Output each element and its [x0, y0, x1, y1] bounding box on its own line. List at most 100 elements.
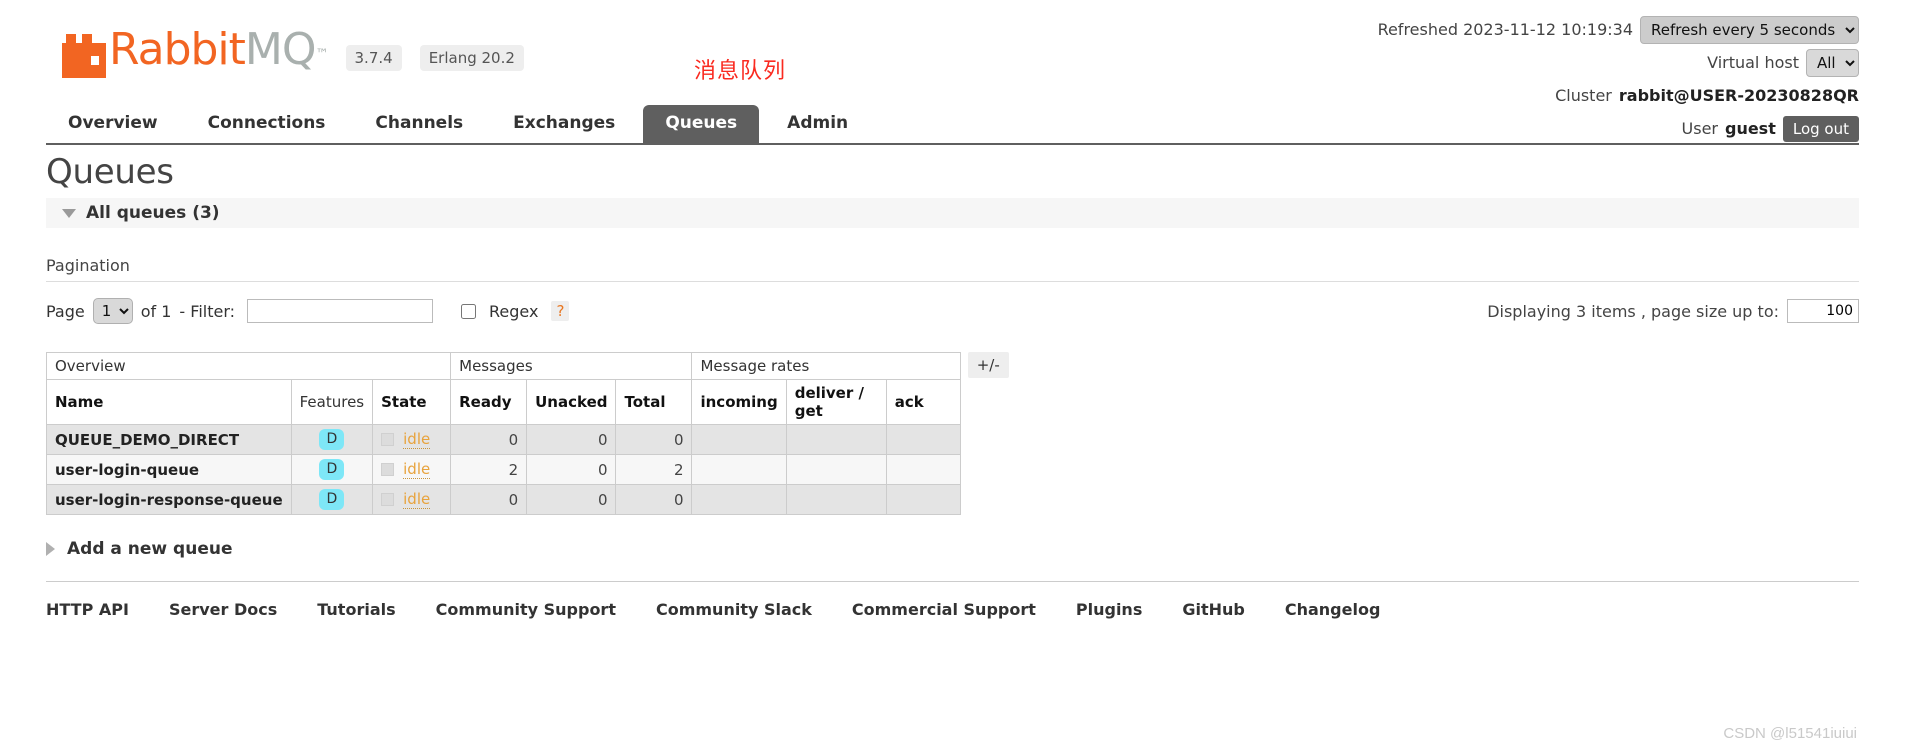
refresh-row: Refreshed 2023-11-12 10:19:34 Refresh ev… [1378, 13, 1859, 46]
add-new-queue-section[interactable]: Add a new queue [46, 539, 1859, 559]
page-title: Queues [46, 152, 174, 192]
state-indicator-icon [381, 493, 395, 506]
refreshed-timestamp: Refreshed 2023-11-12 10:19:34 [1377, 20, 1633, 39]
queues-table: Overview Messages Message rates Name Fea… [45, 352, 961, 515]
tab-admin[interactable]: Admin [765, 105, 870, 143]
vhost-row: Virtual host All [1378, 46, 1859, 79]
table-row[interactable]: user-login-response-queue D idle 0 0 0 [46, 484, 961, 515]
column-header-state[interactable]: State [372, 379, 452, 425]
tab-queues[interactable]: Queues [643, 105, 760, 143]
footer-link-server-docs[interactable]: Server Docs [169, 600, 277, 619]
tab-connections[interactable]: Connections [186, 105, 348, 143]
pagination-left-group: Page 1 of 1 - Filter: Regex ? [46, 298, 570, 324]
page-count-label: of 1 [140, 301, 172, 321]
refresh-interval-select[interactable]: Refresh every 5 seconds [1640, 15, 1859, 44]
queues-table-body: QUEUE_DEMO_DIRECT D idle 0 0 0 user-logi… [46, 424, 961, 515]
rabbit-logo-icon [62, 34, 106, 78]
column-header-ack[interactable]: ack [885, 379, 961, 425]
page-number-select[interactable]: 1 [92, 298, 133, 324]
messages-ready: 2 [450, 454, 528, 485]
toggle-columns-button[interactable]: +/- [967, 352, 1009, 378]
brand-name-rabbit: Rabbit [109, 24, 246, 75]
pagination-heading: Pagination [46, 256, 1859, 282]
messages-total: 0 [615, 484, 693, 515]
queue-name[interactable]: user-login-queue [46, 454, 292, 485]
footer-link-commercial-support[interactable]: Commercial Support [852, 600, 1036, 619]
table-group-header-row: Overview Messages Message rates [45, 352, 961, 380]
queue-state: idle [372, 454, 452, 485]
regex-help-icon[interactable]: ? [551, 301, 570, 321]
state-label: idle [403, 490, 431, 509]
column-header-name[interactable]: Name [46, 379, 292, 425]
tab-overview[interactable]: Overview [46, 105, 180, 143]
state-label: idle [403, 460, 431, 479]
queue-state: idle [372, 484, 452, 515]
rabbitmq-version-badge: 3.7.4 [345, 45, 402, 71]
vhost-select[interactable]: All [1806, 48, 1859, 77]
table-column-header-row: Name Features State Ready Unacked Total … [46, 379, 961, 425]
rate-ack [885, 484, 961, 515]
messages-total: 2 [615, 454, 693, 485]
page-size-input[interactable] [1787, 299, 1859, 323]
displaying-items-label: Displaying 3 items , page size up to: [1487, 301, 1779, 321]
messages-unacked: 0 [526, 454, 617, 485]
messages-unacked: 0 [526, 424, 617, 455]
messages-unacked: 0 [526, 484, 617, 515]
brand-block: RabbitMQ™ 3.7.4 Erlang 20.2 [62, 26, 524, 78]
durable-badge[interactable]: D [319, 459, 345, 480]
footer-link-changelog[interactable]: Changelog [1285, 600, 1381, 619]
messages-ready: 0 [450, 424, 528, 455]
table-row[interactable]: user-login-queue D idle 2 0 2 [46, 454, 961, 485]
footer-link-community-slack[interactable]: Community Slack [656, 600, 812, 619]
column-header-total[interactable]: Total [615, 379, 693, 425]
csdn-watermark: CSDN @l51541iuiui [1723, 725, 1857, 742]
durable-badge[interactable]: D [319, 429, 345, 450]
footer-link-tutorials[interactable]: Tutorials [317, 600, 395, 619]
group-header-overview: Overview [45, 352, 452, 380]
rate-ack [885, 454, 961, 485]
messages-ready: 0 [450, 484, 528, 515]
trademark-icon: ™ [315, 47, 329, 62]
regex-label: Regex [489, 301, 539, 321]
pagination-controls: Page 1 of 1 - Filter: Regex ? Displaying… [46, 298, 1859, 324]
group-header-message-rates: Message rates [691, 352, 961, 380]
brand-name-mq: MQ [244, 24, 317, 75]
rate-ack [885, 424, 961, 455]
filter-input[interactable] [247, 299, 434, 323]
rabbitmq-logo[interactable]: RabbitMQ™ [62, 24, 329, 78]
queues-table-head: Overview Messages Message rates Name Fea… [45, 352, 961, 425]
chevron-down-icon[interactable] [62, 208, 76, 218]
all-queues-label: All queues (3) [86, 203, 220, 223]
column-header-deliver-get[interactable]: deliver / get [785, 379, 887, 425]
regex-checkbox[interactable] [461, 303, 477, 319]
durable-badge[interactable]: D [319, 489, 345, 510]
group-header-messages: Messages [450, 352, 693, 380]
queue-features: D [290, 484, 374, 515]
main-navigation-tabs: Overview Connections Channels Exchanges … [46, 105, 1859, 145]
footer-link-community-support[interactable]: Community Support [436, 600, 616, 619]
vhost-label: Virtual host [1707, 53, 1799, 72]
footer-link-github[interactable]: GitHub [1182, 600, 1245, 619]
rate-deliver-get [785, 424, 887, 455]
queue-name[interactable]: QUEUE_DEMO_DIRECT [46, 424, 292, 455]
table-row[interactable]: QUEUE_DEMO_DIRECT D idle 0 0 0 [46, 424, 961, 455]
tab-exchanges[interactable]: Exchanges [491, 105, 637, 143]
queue-name[interactable]: user-login-response-queue [46, 484, 292, 515]
queue-state: idle [372, 424, 452, 455]
column-header-incoming[interactable]: incoming [691, 379, 787, 425]
chevron-right-icon[interactable] [46, 542, 55, 556]
main-content: Queues All queues (3) Pagination Page 1 … [45, 152, 1859, 619]
all-queues-section-header[interactable]: All queues (3) [46, 198, 1859, 228]
page-label: Page [46, 301, 85, 321]
column-header-unacked[interactable]: Unacked [526, 379, 617, 425]
column-header-ready[interactable]: Ready [450, 379, 528, 425]
rate-deliver-get [785, 484, 887, 515]
footer-link-plugins[interactable]: Plugins [1076, 600, 1142, 619]
state-indicator-icon [381, 433, 395, 446]
column-header-features: Features [290, 379, 374, 425]
add-new-queue-label: Add a new queue [67, 539, 233, 559]
footer-links: HTTP API Server Docs Tutorials Community… [46, 581, 1859, 619]
footer-link-http-api[interactable]: HTTP API [46, 600, 129, 619]
queues-table-wrap: Overview Messages Message rates Name Fea… [45, 352, 1859, 515]
tab-channels[interactable]: Channels [353, 105, 485, 143]
